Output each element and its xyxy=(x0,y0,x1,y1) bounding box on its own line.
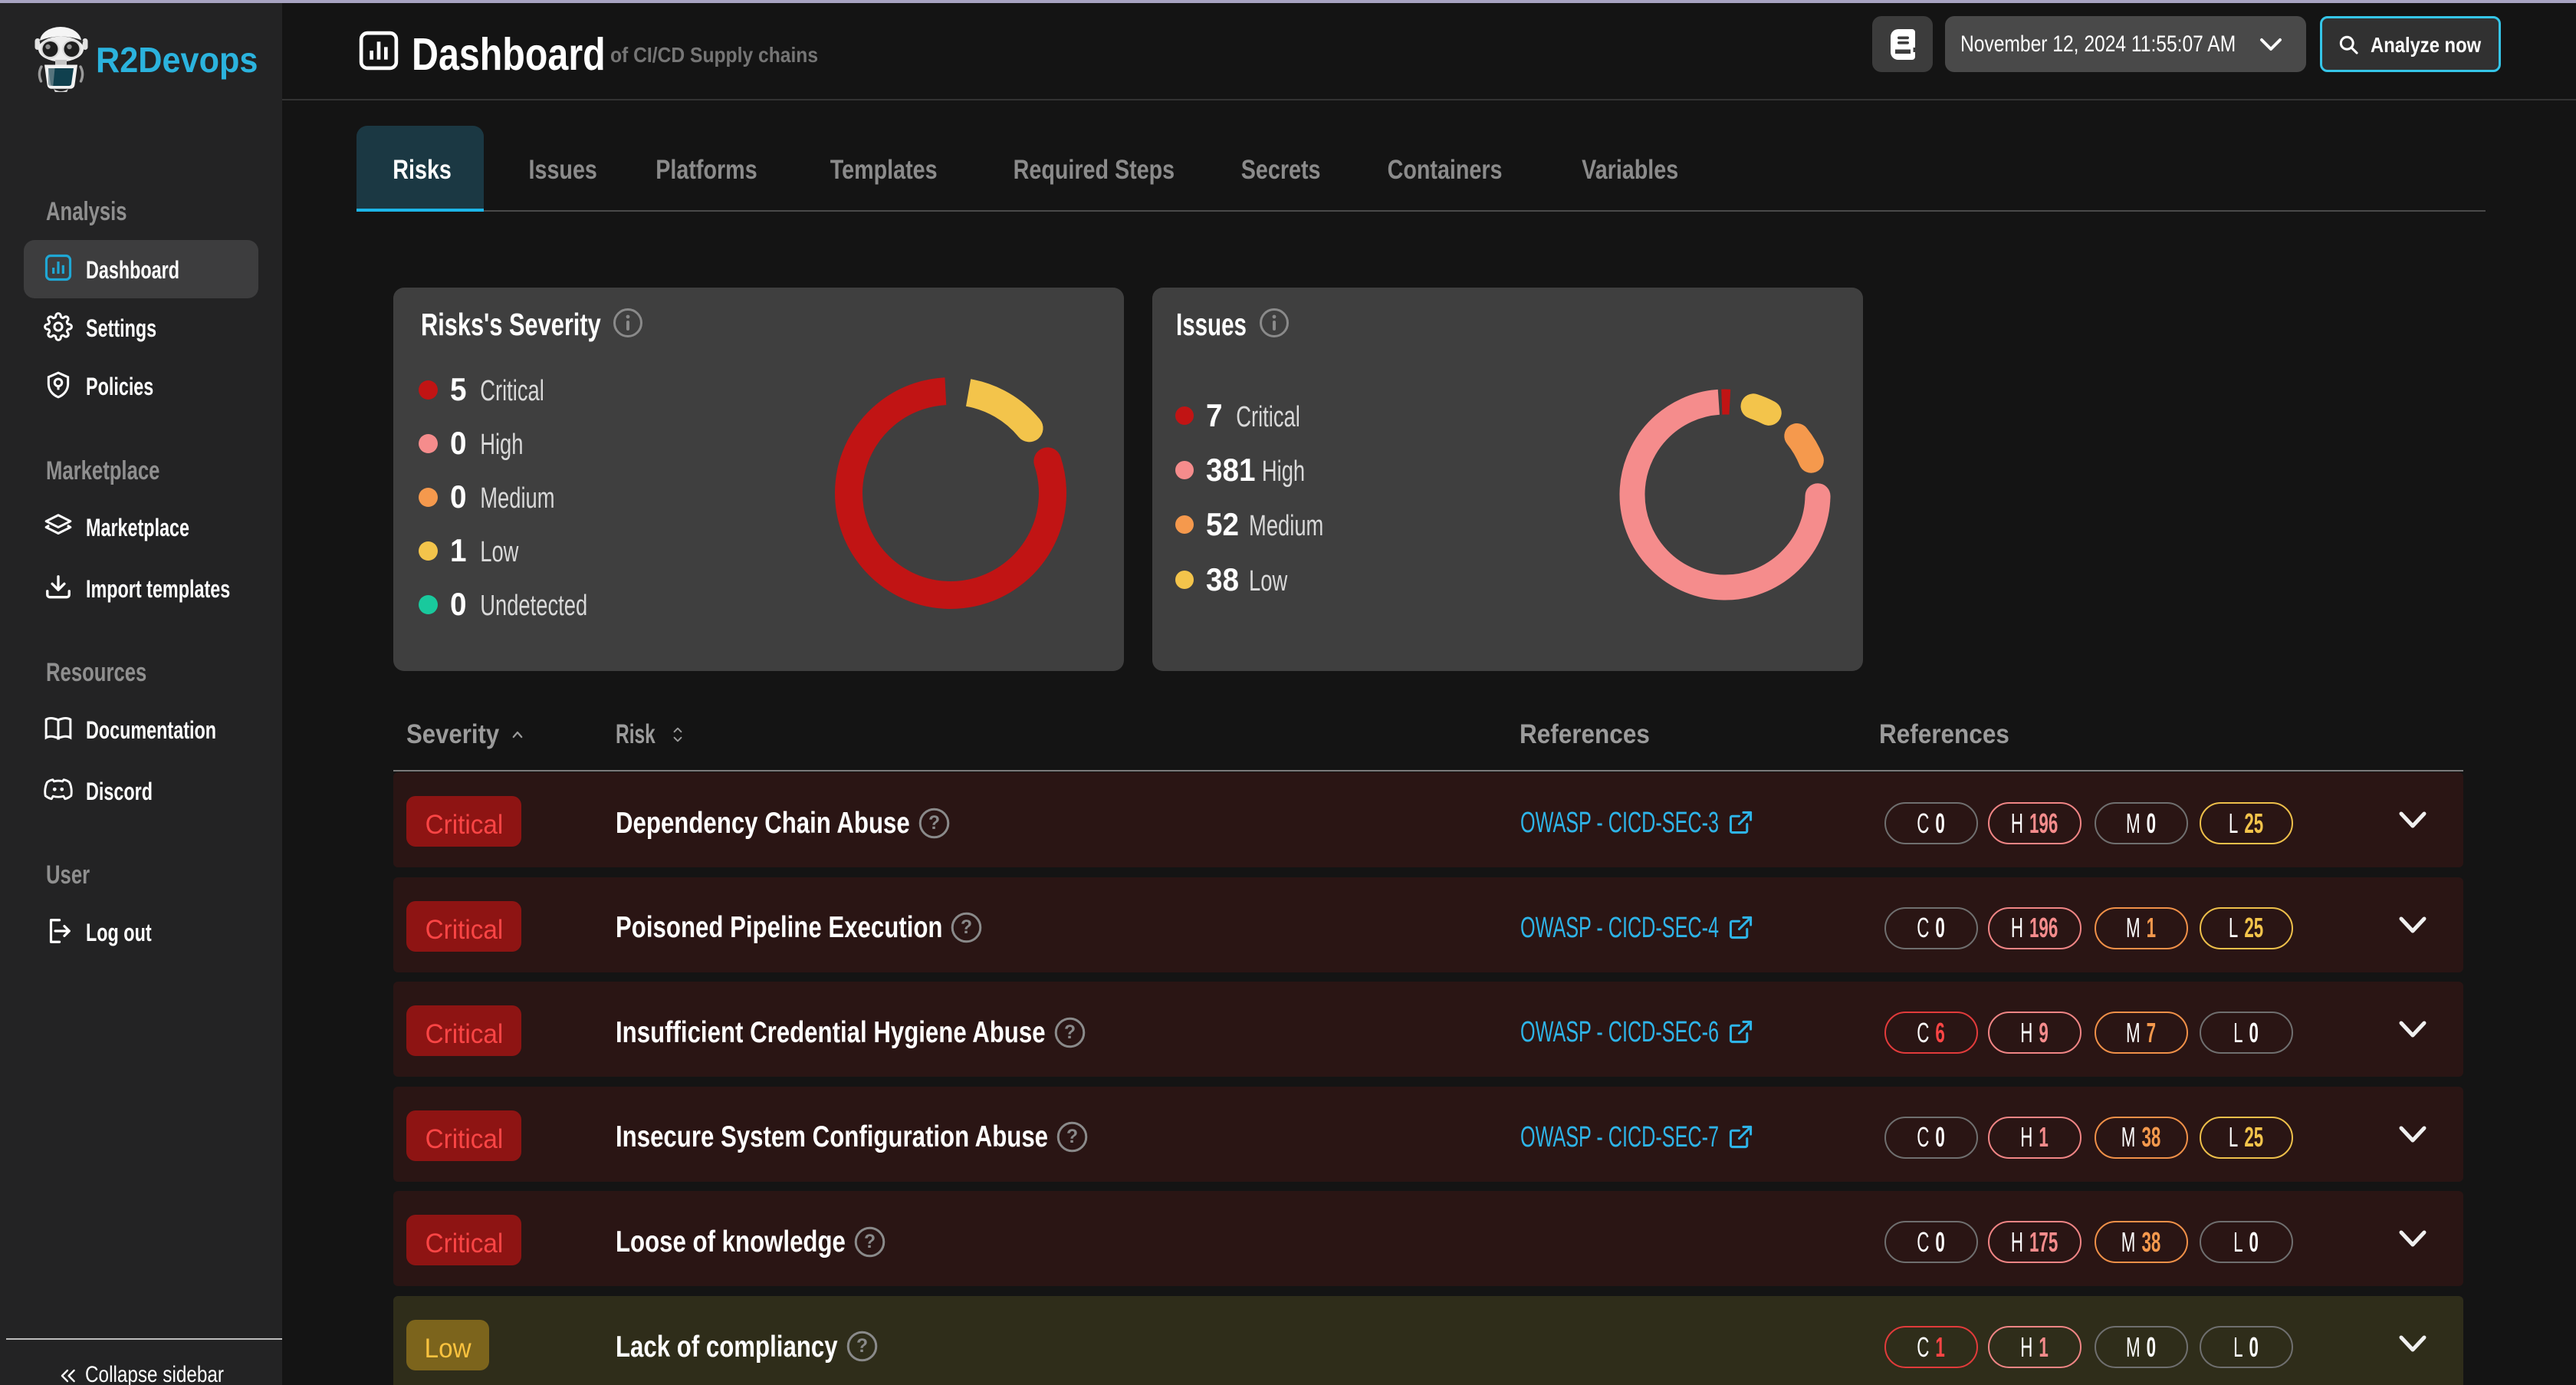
svg-text:?: ? xyxy=(864,1232,876,1252)
svg-text:?: ? xyxy=(961,917,972,938)
svg-text:?: ? xyxy=(928,813,940,834)
svg-text:?: ? xyxy=(856,1336,868,1357)
svg-text:?: ? xyxy=(1064,1022,1076,1043)
svg-text:?: ? xyxy=(1066,1127,1078,1147)
